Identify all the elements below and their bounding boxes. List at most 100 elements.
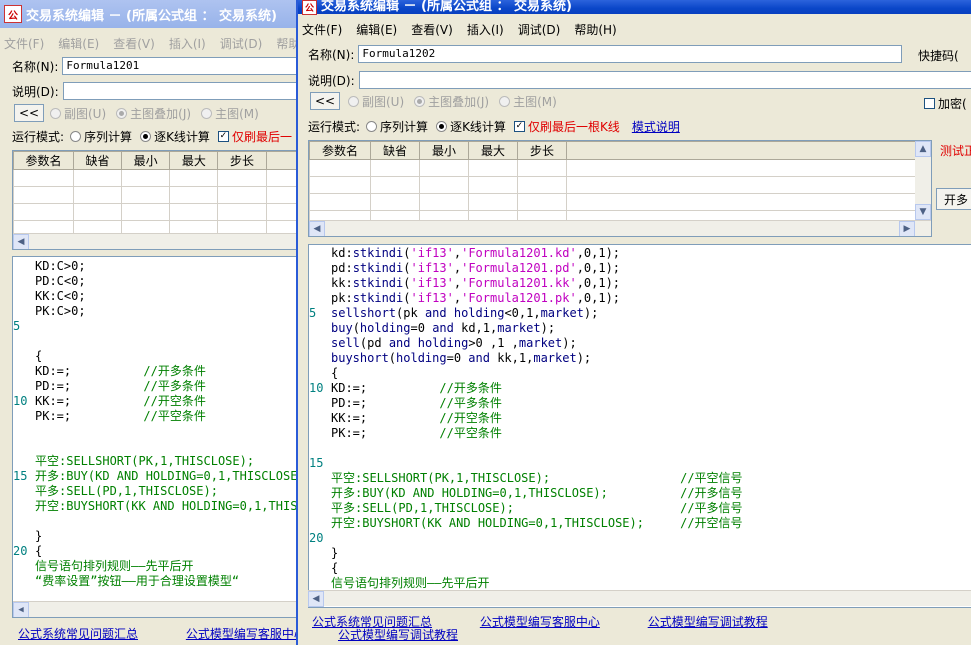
- param-table: 参数名 缺省 最小 最大 步长 ◀: [12, 150, 298, 250]
- menu-bar: 文件(F) 编辑(E) 查看(V) 插入(I) 调试(D) 帮助(H): [298, 18, 971, 40]
- mode-help-link[interactable]: 模式说明: [632, 118, 680, 135]
- open-long-button[interactable]: 开多: [936, 188, 971, 210]
- desc-label: 说明(D):: [308, 73, 355, 88]
- param-header-row: 参数名 缺省 最小 最大 步长: [13, 151, 297, 170]
- code-line: 10 KD:=; //开多条件: [309, 381, 971, 396]
- debug-tutorial-link[interactable]: 公式模型编写调试教程: [648, 615, 768, 629]
- table-row[interactable]: [13, 203, 297, 221]
- menu-insert[interactable]: 插入(I): [467, 21, 504, 38]
- col-max: 最大: [468, 141, 518, 160]
- refresh-last-label: 仅刷最后一: [231, 130, 292, 144]
- help-links-overflow: 公式模型编写调试教程: [338, 626, 502, 643]
- scroll-left-icon[interactable]: ◀: [13, 234, 29, 249]
- scroll-down-icon[interactable]: ▼: [915, 204, 931, 220]
- menu-file[interactable]: 文件(F): [4, 35, 44, 52]
- code-text: buy(holding=0 and kd,1,market);: [331, 321, 556, 335]
- code-editor[interactable]: kd:stkindi('if13','Formula1201.kd',0,1);…: [308, 244, 971, 608]
- code-text: KD:C>0;: [35, 259, 86, 273]
- name-input[interactable]: Formula1202: [358, 45, 903, 63]
- scroll-left-icon[interactable]: ◀: [308, 591, 324, 607]
- code-line: KD:C>0;: [13, 259, 297, 274]
- kline-calc-radio-icon[interactable]: [140, 131, 152, 142]
- code-text: 平多:SELL(PD,1,THISCLOSE);: [35, 484, 218, 498]
- collapse-button[interactable]: <<: [310, 92, 340, 110]
- desc-input[interactable]: [62, 82, 300, 100]
- code-text: 平空:SELLSHORT(PK,1,THISCLOSE);: [35, 454, 255, 468]
- code-line: PD:C<0;: [13, 274, 297, 289]
- service-link[interactable]: 公式模型编写客服中心: [186, 627, 300, 641]
- code-editor[interactable]: KD:C>0; PD:C<0; KK:C<0; PK:C>0; 5{KD:=; //开多…: [12, 256, 298, 618]
- code-text: “费率设置”按钮——用于合理设置模型“: [35, 574, 240, 588]
- overlay-radio-icon[interactable]: [116, 107, 128, 119]
- desc-input[interactable]: [358, 71, 971, 89]
- seq-calc-radio-icon[interactable]: [70, 131, 82, 142]
- code-line: kk:stkindi('if13','Formula1201.kk',0,1);: [309, 276, 971, 291]
- run-mode-label: 运行模式:: [308, 120, 361, 134]
- subchart-radio-icon[interactable]: [50, 107, 61, 119]
- collapse-button[interactable]: <<: [14, 104, 44, 122]
- menu-view[interactable]: 查看(V): [113, 35, 155, 52]
- code-line: pd:stkindi('if13','Formula1201.pd',0,1);: [309, 261, 971, 276]
- table-row[interactable]: [309, 176, 917, 194]
- code-line: pk:stkindi('if13','Formula1201.pk',0,1);: [309, 291, 971, 306]
- menu-debug[interactable]: 调试(D): [220, 35, 263, 52]
- code-text: KD:=; //开多条件: [331, 381, 502, 395]
- line-number: 15: [13, 469, 28, 483]
- kline-calc-radio-icon[interactable]: [436, 121, 448, 132]
- name-input[interactable]: Formula1201: [62, 57, 300, 75]
- code-text: sellshort(pk and holding<0,1,market);: [331, 306, 599, 320]
- mainchart-radio-icon[interactable]: [201, 107, 213, 119]
- window-title: 交易系统编辑 － (所属公式组 ： 交易系统): [321, 0, 572, 14]
- table-row[interactable]: [309, 193, 917, 211]
- code-line: 20 {: [13, 544, 297, 559]
- param-header-row: 参数名 缺省 最小 最大 步长: [309, 141, 917, 160]
- code-line: PK:=; //平空条件: [309, 426, 971, 441]
- code-line: KK:C<0;: [13, 289, 297, 304]
- debug-tutorial-link-overflow[interactable]: 公式模型编写调试教程: [338, 628, 458, 642]
- code-line: }: [13, 529, 297, 544]
- param-vscrollbar[interactable]: ▲ ▼: [915, 141, 931, 220]
- param-hscrollbar[interactable]: ◀: [13, 233, 297, 249]
- code-text: 开多:BUY(KD AND HOLDING=0,1,THISCLOSE): [35, 469, 298, 483]
- mainchart-radio-icon[interactable]: [499, 95, 511, 107]
- overlay-label: 主图叠加(J): [130, 106, 192, 121]
- param-hscrollbar[interactable]: ◀ ▶: [309, 220, 931, 236]
- run-mode-row: 运行模式: 序列计算 逐K线计算 ✓ 仅刷最后一根K线 模式说明: [308, 118, 680, 135]
- scroll-left-icon[interactable]: ◀: [309, 221, 325, 236]
- code-hscrollbar[interactable]: ◀: [13, 601, 297, 617]
- menu-file[interactable]: 文件(F): [302, 21, 342, 38]
- table-row[interactable]: [13, 186, 297, 204]
- col-default: 缺省: [370, 141, 420, 160]
- overlay-radio-icon[interactable]: [414, 95, 426, 107]
- code-lines: KD:C>0; PD:C<0; KK:C<0; PK:C>0; 5{KD:=; //开多…: [13, 257, 297, 589]
- encrypt-checkbox-icon[interactable]: [924, 98, 935, 109]
- code-text: pk:stkindi('if13','Formula1201.pk',0,1);: [331, 291, 621, 305]
- scroll-up-icon[interactable]: ▲: [915, 141, 931, 157]
- seq-calc-radio-icon[interactable]: [366, 121, 378, 132]
- code-line: PD:=; //平多条件: [309, 396, 971, 411]
- menu-insert[interactable]: 插入(I): [169, 35, 206, 52]
- subchart-radio-icon[interactable]: [348, 95, 359, 107]
- menu-edit[interactable]: 编辑(E): [58, 35, 99, 52]
- scroll-left-icon[interactable]: ◀: [13, 602, 29, 617]
- line-number: 5: [309, 306, 317, 320]
- line-number: 5: [13, 319, 21, 333]
- scroll-right-icon[interactable]: ▶: [899, 221, 915, 236]
- name-label: 名称(N):: [308, 47, 355, 62]
- menu-view[interactable]: 查看(V): [411, 21, 453, 38]
- table-row[interactable]: [13, 169, 297, 187]
- menu-help[interactable]: 帮助(H): [574, 21, 616, 38]
- menu-edit[interactable]: 编辑(E): [356, 21, 397, 38]
- table-row[interactable]: [309, 159, 917, 177]
- code-text: }: [331, 546, 339, 560]
- refresh-last-checkbox-icon[interactable]: ✓: [217, 131, 229, 142]
- code-text: {: [35, 544, 43, 558]
- refresh-last-checkbox-icon[interactable]: ✓: [513, 121, 525, 132]
- code-hscrollbar[interactable]: ◀: [308, 590, 971, 607]
- faq-link[interactable]: 公式系统常见问题汇总: [18, 627, 138, 641]
- menu-debug[interactable]: 调试(D): [518, 21, 561, 38]
- col-step: 步长: [517, 141, 567, 160]
- code-text: KK:=; //开空条件: [331, 411, 502, 425]
